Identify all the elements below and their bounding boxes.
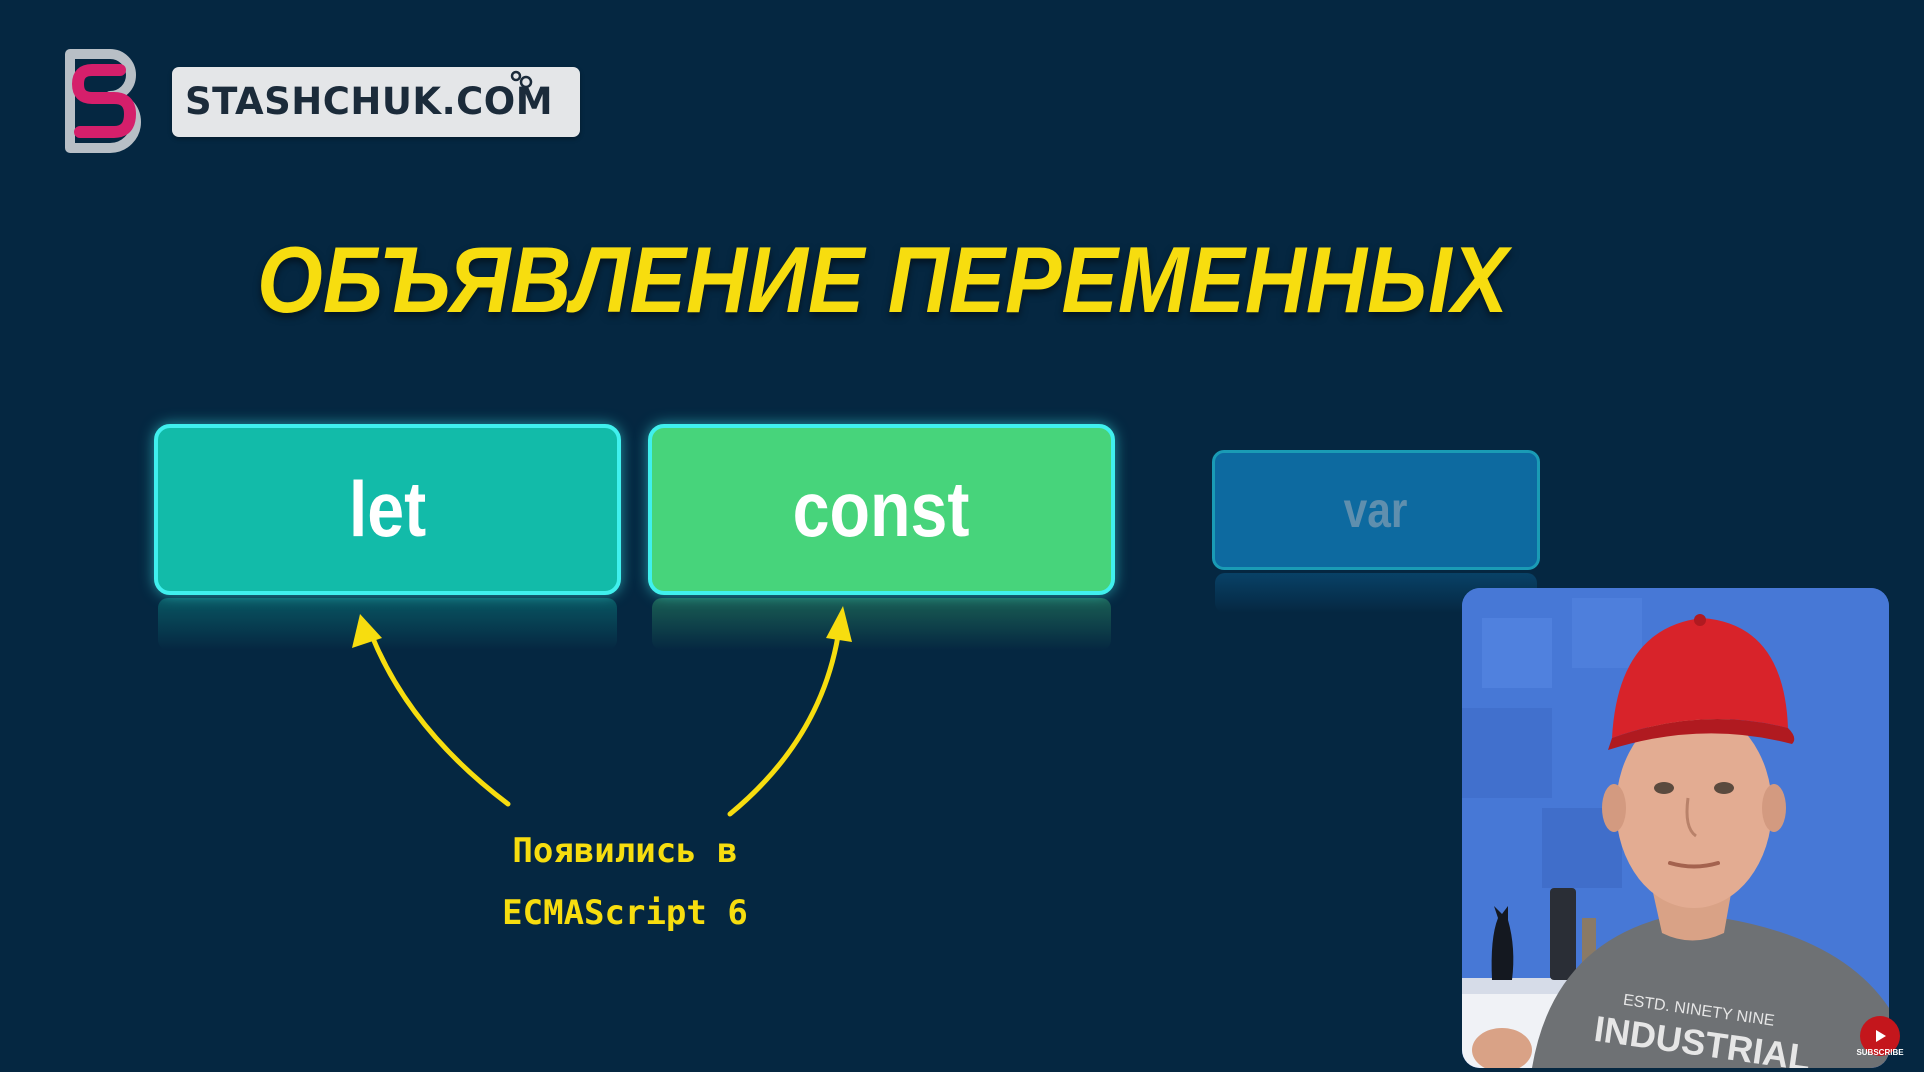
annotation-line-1: Появились в bbox=[512, 831, 738, 871]
annotation-text: Появились в ECMAScript 6 bbox=[440, 820, 810, 944]
play-icon bbox=[1876, 1030, 1886, 1042]
presenter-webcam: ESTD. NINETY NINE INDUSTRIAL bbox=[1462, 588, 1889, 1068]
arrow-to-let bbox=[352, 614, 511, 807]
subscribe-label: SUBSCRIBE bbox=[1856, 1048, 1904, 1057]
presenter-image: ESTD. NINETY NINE INDUSTRIAL bbox=[1462, 588, 1889, 1068]
arrow-to-const bbox=[727, 606, 852, 817]
annotation-line-2: ECMAScript 6 bbox=[502, 893, 748, 933]
